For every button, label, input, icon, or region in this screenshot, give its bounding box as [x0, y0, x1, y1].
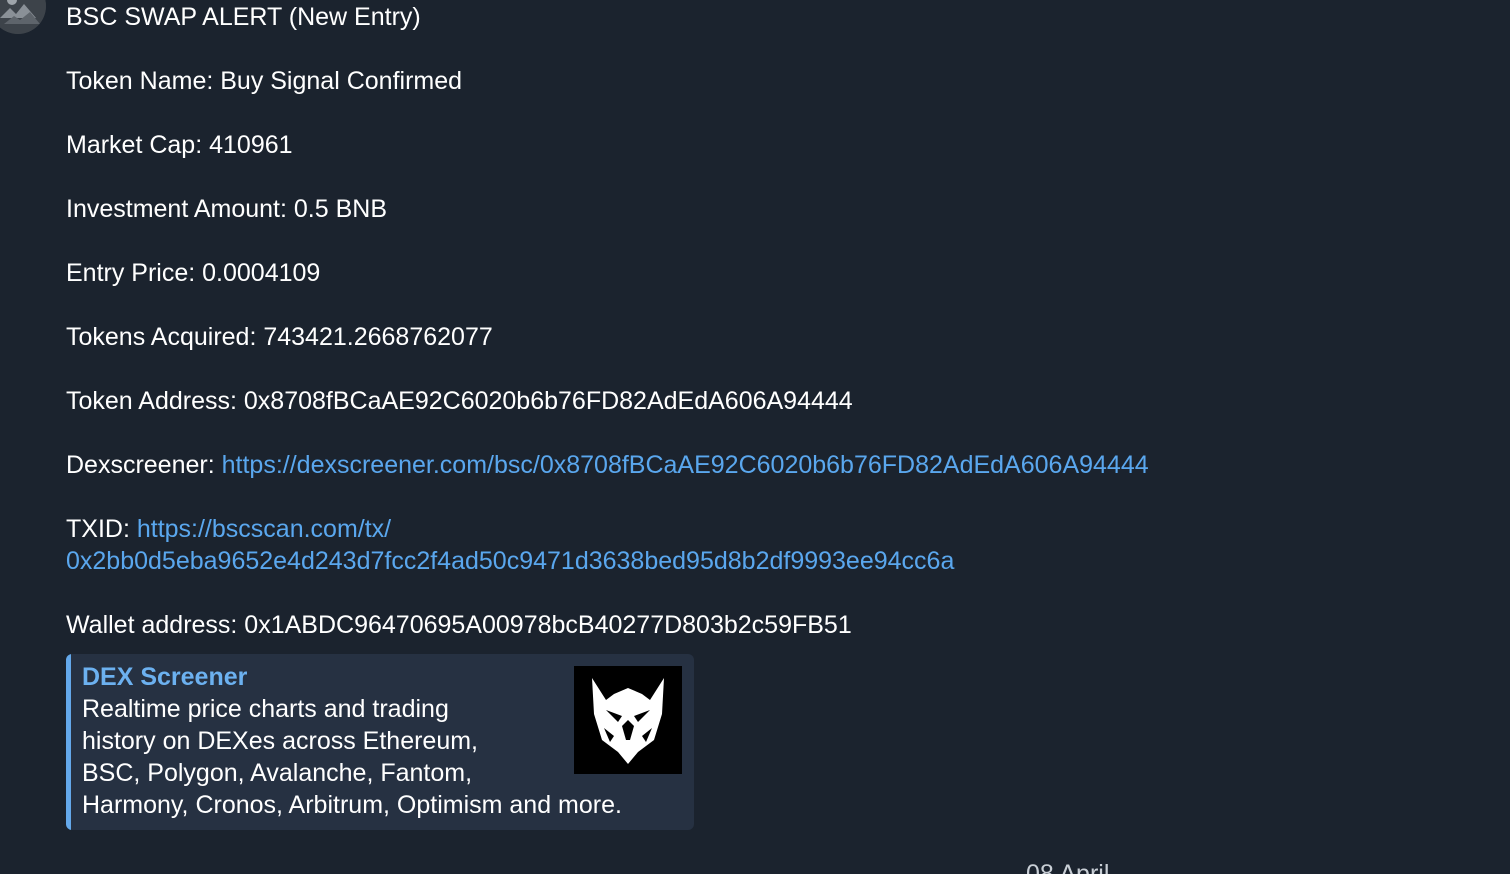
eagle-logo-icon — [574, 666, 682, 774]
wallet-address: Wallet address: 0x1ABDC96470695A00978bcB… — [66, 611, 852, 639]
tokens-acquired: Tokens Acquired: 743421.2668762077 — [66, 323, 493, 351]
sender-avatar[interactable] — [0, 0, 46, 34]
dexscreener-label: Dexscreener: — [66, 451, 222, 479]
date-separator: 08 April — [1026, 860, 1110, 874]
dexscreener-line: Dexscreener: https://dexscreener.com/bsc… — [66, 449, 1466, 481]
txid-link-part2[interactable]: 0x2bb0d5eba9652e4d243d7fcc2f4ad50c9471d3… — [66, 547, 954, 575]
entry-price: Entry Price: 0.0004109 — [66, 259, 321, 287]
avatar-image-icon — [0, 0, 46, 34]
message-body: BSC SWAP ALERT (New Entry) Token Name: B… — [66, 0, 1466, 641]
preview-thumbnail[interactable] — [574, 666, 682, 774]
token-name: Token Name: Buy Signal Confirmed — [66, 67, 463, 95]
txid-label: TXID: — [66, 515, 137, 543]
txid-line: TXID: https://bscscan.com/tx/ — [66, 513, 1466, 545]
alert-title: BSC SWAP ALERT (New Entry) — [66, 3, 421, 31]
investment-amount: Investment Amount: 0.5 BNB — [66, 195, 387, 223]
preview-description-line: Harmony, Cronos, Arbitrum, Optimism and … — [82, 791, 622, 819]
txid-line-continued: 0x2bb0d5eba9652e4d243d7fcc2f4ad50c9471d3… — [66, 545, 1466, 577]
market-cap: Market Cap: 410961 — [66, 131, 293, 159]
dexscreener-link[interactable]: https://dexscreener.com/bsc/0x8708fBCaAE… — [222, 451, 1149, 479]
preview-accent-bar — [66, 654, 71, 830]
link-preview-card[interactable]: DEX Screener Realtime price charts and t… — [66, 654, 694, 830]
token-address: Token Address: 0x8708fBCaAE92C6020b6b76F… — [66, 387, 853, 415]
preview-site-name[interactable]: DEX Screener — [82, 661, 247, 693]
txid-link-part1[interactable]: https://bscscan.com/tx/ — [137, 515, 391, 543]
